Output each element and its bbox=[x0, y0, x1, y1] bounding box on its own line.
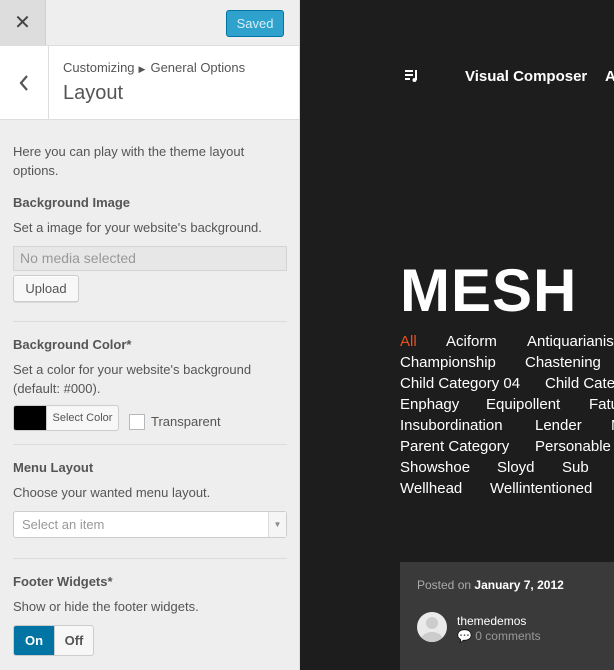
back-button[interactable] bbox=[0, 46, 49, 119]
menu-layout-title: Menu Layout bbox=[13, 460, 94, 475]
category-link[interactable]: Wellhead bbox=[400, 480, 462, 497]
posted-on-text: Posted on January 7, 2012 bbox=[417, 578, 564, 592]
site-title: MESH bbox=[400, 257, 578, 324]
comment-icon: 💬 bbox=[457, 629, 472, 643]
category-link[interactable]: Lender bbox=[535, 417, 582, 434]
category-link[interactable]: Sub bbox=[562, 459, 589, 476]
close-icon: ✕ bbox=[14, 12, 31, 34]
background-image-description: Set a image for your website's backgroun… bbox=[13, 220, 262, 235]
category-link[interactable]: Antiquarianis bbox=[527, 333, 614, 350]
section-header: Customizing ▶ General Options Layout bbox=[0, 46, 299, 120]
category-link-active[interactable]: All bbox=[400, 333, 417, 350]
category-link[interactable]: Wellintentioned bbox=[490, 480, 592, 497]
category-link[interactable]: Enphagy bbox=[400, 396, 459, 413]
chevron-left-icon bbox=[19, 74, 28, 91]
site-preview: Visual Composer A MESH All Aciform Antiq… bbox=[301, 0, 614, 670]
divider bbox=[13, 444, 287, 445]
footer-widgets-title: Footer Widgets* bbox=[13, 574, 113, 589]
media-field: No media selected bbox=[13, 246, 287, 271]
category-link[interactable]: Aciform bbox=[446, 333, 497, 350]
category-link[interactable]: Sloyd bbox=[497, 459, 535, 476]
color-picker[interactable]: Select Color bbox=[13, 405, 119, 431]
category-link[interactable]: Insubordination bbox=[400, 417, 503, 434]
category-link[interactable]: Parent Category bbox=[400, 438, 509, 455]
posted-on-label: Posted on bbox=[417, 578, 472, 592]
category-link[interactable]: Showshoe bbox=[400, 459, 470, 476]
footer-widgets-description: Show or hide the footer widgets. bbox=[13, 599, 199, 614]
section-title: Layout bbox=[63, 82, 124, 104]
toggle-on-button[interactable]: On bbox=[14, 626, 54, 655]
divider bbox=[13, 321, 287, 322]
comments-count: 0 comments bbox=[475, 629, 541, 643]
transparent-checkbox[interactable] bbox=[129, 414, 145, 430]
category-link[interactable]: Chastening bbox=[525, 354, 601, 371]
background-image-title: Background Image bbox=[13, 195, 131, 210]
toggle-off-button[interactable]: Off bbox=[54, 626, 93, 655]
category-link[interactable]: Personable bbox=[535, 438, 611, 455]
intro-text: Here you can play with the theme layout … bbox=[13, 144, 245, 178]
category-link[interactable]: Fatu bbox=[589, 396, 614, 413]
menu-layout-select[interactable]: Select an item ▼ bbox=[13, 511, 287, 538]
breadcrumb-child: General Options bbox=[150, 60, 246, 75]
background-color-title: Background Color* bbox=[13, 337, 132, 352]
avatar bbox=[417, 612, 447, 642]
post-meta-card: Posted on January 7, 2012 themedemos 💬 0… bbox=[400, 562, 614, 670]
select-color-button[interactable]: Select Color bbox=[46, 406, 118, 430]
color-swatch bbox=[14, 406, 46, 430]
transparent-label: Transparent bbox=[151, 414, 221, 429]
post-author[interactable]: themedemos bbox=[457, 614, 526, 628]
menu-layout-selected: Select an item bbox=[22, 517, 105, 532]
caret-right-icon: ▶ bbox=[138, 64, 146, 74]
upload-button[interactable]: Upload bbox=[13, 275, 79, 302]
category-link[interactable]: Equipollent bbox=[486, 396, 560, 413]
close-button[interactable]: ✕ bbox=[0, 0, 46, 45]
saved-button[interactable]: Saved bbox=[226, 10, 284, 37]
background-color-description: Set a color for your website's backgroun… bbox=[13, 362, 252, 396]
comments-link[interactable]: 💬 0 comments bbox=[457, 629, 541, 643]
dropdown-arrow-icon: ▼ bbox=[268, 512, 286, 537]
menu-layout-description: Choose your wanted menu layout. bbox=[13, 485, 211, 500]
customizer-panel: ✕ Saved Customizing ▶ General Options Layo… bbox=[0, 0, 300, 670]
nav-item-visual-composer[interactable]: Visual Composer bbox=[465, 68, 587, 85]
breadcrumb-root: Customizing bbox=[63, 60, 135, 75]
category-link[interactable]: Child Category 04 bbox=[400, 375, 520, 392]
category-link[interactable]: Championship bbox=[400, 354, 496, 371]
nav-item[interactable]: A bbox=[605, 68, 614, 85]
footer-widgets-toggle[interactable]: On Off bbox=[13, 625, 94, 656]
divider bbox=[13, 558, 287, 559]
customizer-header: ✕ Saved bbox=[0, 0, 299, 46]
post-date[interactable]: January 7, 2012 bbox=[474, 578, 563, 592]
music-icon[interactable] bbox=[405, 69, 419, 83]
user-icon bbox=[421, 617, 443, 642]
breadcrumb: Customizing ▶ General Options bbox=[63, 60, 245, 75]
category-link[interactable]: Child Categ bbox=[545, 375, 614, 392]
